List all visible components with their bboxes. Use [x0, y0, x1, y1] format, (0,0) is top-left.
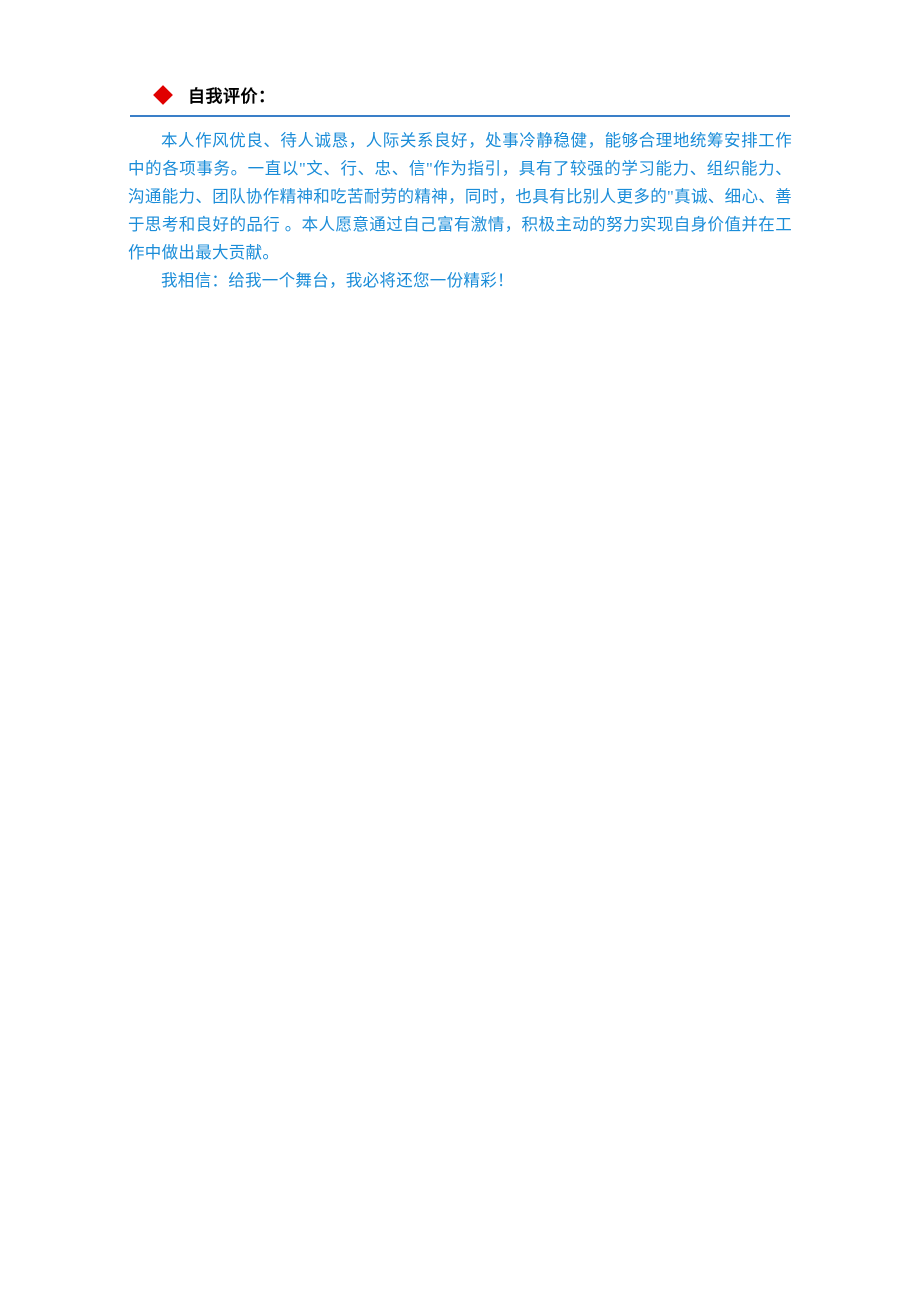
diamond-bullet-icon [153, 85, 173, 105]
section-header: 自我评价： [156, 82, 792, 107]
section-divider [130, 115, 790, 117]
section-content: 本人作风优良、待人诚恳，人际关系良好，处事冷静稳健，能够合理地统筹安排工作中的各… [128, 127, 792, 295]
section-title: 自我评价： [188, 82, 276, 107]
paragraph-1: 本人作风优良、待人诚恳，人际关系良好，处事冷静稳健，能够合理地统筹安排工作中的各… [128, 127, 792, 267]
paragraph-2: 我相信：给我一个舞台，我必将还您一份精彩！ [128, 267, 792, 295]
